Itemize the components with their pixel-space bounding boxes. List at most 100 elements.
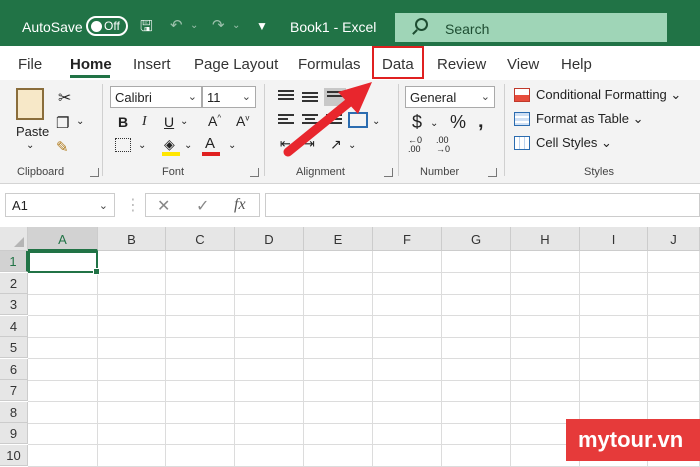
font-color-dropdown-icon[interactable]: ⌄ [228,140,236,151]
increase-decimal-icon[interactable]: ←0.00 [408,136,422,154]
tab-home[interactable]: Home [70,56,112,73]
formula-input[interactable] [265,193,700,217]
number-format-dropdown[interactable]: General ⌄ [405,86,495,108]
group-separator [398,84,399,176]
borders-icon[interactable] [115,138,131,152]
save-icon[interactable]: 🖫 [140,16,153,41]
redo-icon[interactable]: ↷ [212,16,225,34]
column-header-i[interactable]: I [580,227,648,251]
copy-dropdown-icon[interactable]: ⌄ [76,116,84,127]
row-header-10[interactable]: 10 [0,444,28,466]
column-header-b[interactable]: B [98,227,166,251]
font-launcher-icon[interactable] [250,168,259,177]
row-header-3[interactable]: 3 [0,294,28,315]
active-cell-a1[interactable] [28,251,100,275]
column-header-d[interactable]: D [235,227,304,251]
tab-page-layout[interactable]: Page Layout [194,56,278,73]
currency-dropdown-icon[interactable]: ⌄ [430,118,438,129]
font-name-dropdown[interactable]: Calibri ⌄ [110,86,202,108]
column-header-e[interactable]: E [304,227,373,251]
format-as-table-button[interactable]: Format as Table ⌄ [536,111,643,127]
undo-dropdown-icon[interactable]: ⌄ [190,20,198,31]
column-header-j[interactable]: J [648,227,700,251]
search-box[interactable]: Search [395,13,667,42]
decrease-font-icon[interactable]: Av [236,113,249,129]
conditional-formatting-button[interactable]: Conditional Formatting ⌄ [536,87,681,103]
align-left-icon[interactable] [278,114,294,126]
percent-icon[interactable]: % [450,112,466,133]
customize-toolbar-icon[interactable]: ▼ [256,19,268,33]
alignment-launcher-icon[interactable] [384,168,393,177]
column-header-a[interactable]: A [28,227,98,251]
cut-icon[interactable]: ✂ [58,88,71,108]
merge-dropdown-icon[interactable]: ⌄ [372,116,380,127]
tab-view[interactable]: View [507,56,539,73]
alignment-group-label: Alignment [296,166,345,178]
format-painter-icon[interactable]: ✎ [56,138,69,156]
row-header-1[interactable]: 1 [0,251,28,272]
number-group-label: Number [420,166,460,178]
paste-icon[interactable] [16,88,44,120]
orientation-dropdown-icon[interactable]: ⌄ [348,140,356,151]
increase-font-icon[interactable]: A^ [208,113,221,129]
autosave-toggle[interactable]: Off [86,16,128,36]
decrease-indent-icon[interactable]: ⇤ [280,136,291,152]
grid-line [28,379,700,381]
paste-label[interactable]: Paste [16,124,49,139]
borders-dropdown-icon[interactable]: ⌄ [138,140,146,151]
column-header-f[interactable]: F [373,227,442,251]
search-icon [415,18,428,31]
cell-styles-button[interactable]: Cell Styles ⌄ [536,135,612,151]
orientation-icon[interactable]: ↗ [330,136,342,153]
italic-icon[interactable]: I [142,114,147,130]
row-header-8[interactable]: 8 [0,401,28,423]
row-header-2[interactable]: 2 [0,272,28,294]
cell-styles-icon [514,136,530,150]
grid-line [234,251,235,467]
fill-dropdown-icon[interactable]: ⌄ [184,140,192,151]
merge-center-icon[interactable] [348,112,368,128]
grid-line [303,251,304,467]
paste-dropdown-icon[interactable]: ⌄ [26,140,34,151]
grid-line [441,251,442,467]
undo-icon[interactable]: ↶ [170,16,183,34]
row-header-5[interactable]: 5 [0,337,28,358]
clipboard-launcher-icon[interactable] [90,168,99,177]
top-align-icon[interactable] [278,90,294,102]
font-size-dropdown[interactable]: 11 ⌄ [202,86,256,108]
row-header-6[interactable]: 6 [0,358,28,380]
tab-review[interactable]: Review [437,56,486,73]
underline-dropdown-icon[interactable]: ⌄ [180,116,188,127]
decrease-decimal-icon[interactable]: .00 →0 [436,136,450,154]
currency-icon[interactable]: $ [412,112,422,133]
fill-color-icon[interactable]: ◈ [164,136,175,153]
insert-function-icon[interactable]: fx [234,196,246,214]
underline-icon[interactable]: U [164,114,174,130]
name-box[interactable]: A1 ⌄ [5,193,115,217]
cancel-icon[interactable]: ✕ [157,196,170,216]
select-all-button[interactable] [0,227,28,251]
redo-dropdown-icon[interactable]: ⌄ [232,20,240,31]
tab-insert[interactable]: Insert [133,56,171,73]
column-header-g[interactable]: G [442,227,511,251]
tab-formulas[interactable]: Formulas [298,56,361,73]
row-header-4[interactable]: 4 [0,315,28,337]
number-launcher-icon[interactable] [488,168,497,177]
tab-help[interactable]: Help [561,56,592,73]
middle-align-icon[interactable] [302,92,318,104]
row-header-9[interactable]: 9 [0,423,28,444]
align-right-icon[interactable] [326,114,342,126]
enter-icon[interactable]: ✓ [196,196,209,216]
bottom-align-icon[interactable] [324,88,346,106]
align-center-icon[interactable] [302,114,318,126]
column-header-c[interactable]: C [166,227,235,251]
font-color-icon[interactable]: A [205,135,215,152]
tab-file[interactable]: File [18,56,42,73]
bold-icon[interactable]: B [118,114,128,130]
increase-indent-icon[interactable]: ⇥ [304,136,315,152]
column-header-h[interactable]: H [511,227,580,251]
row-header-7[interactable]: 7 [0,380,28,401]
copy-icon[interactable]: ❐ [56,114,69,132]
format-as-table-icon [514,112,530,126]
comma-style-icon[interactable]: ‚ [478,110,484,133]
